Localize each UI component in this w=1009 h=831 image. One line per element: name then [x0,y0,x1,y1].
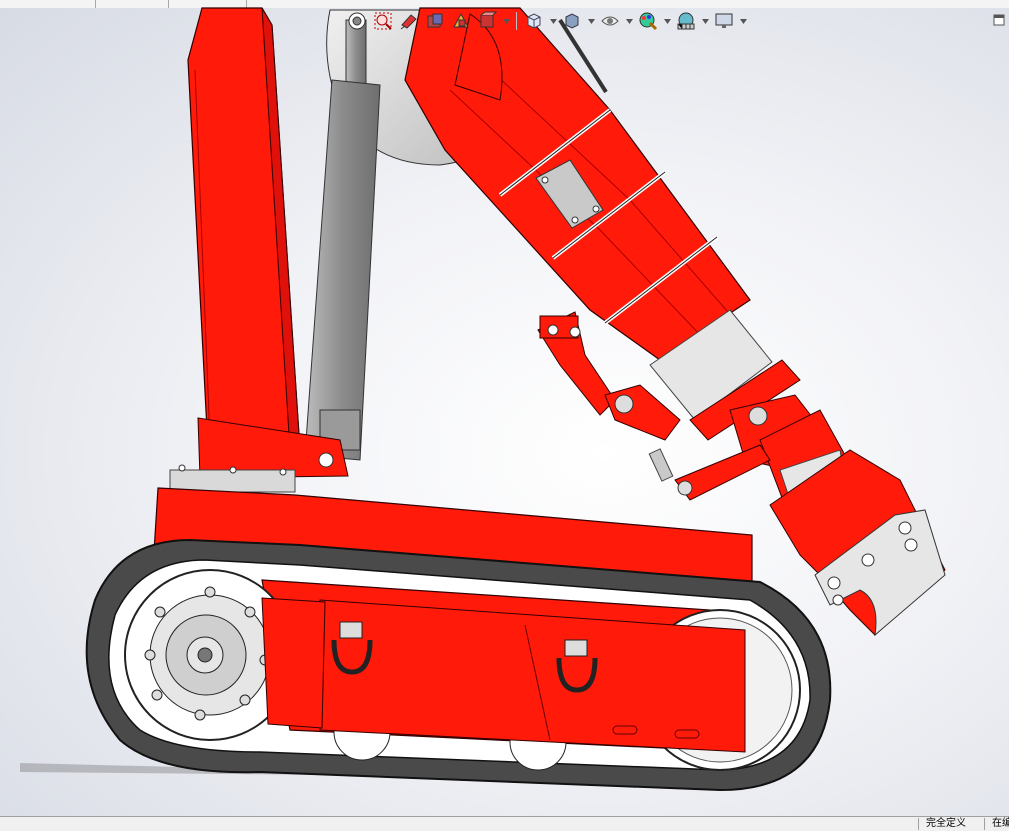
heads-up-view-toolbar [346,8,747,34]
chevron-down-icon [549,18,557,24]
maximize-viewport-icon[interactable] [993,14,1005,26]
view-orientation-cube-icon [527,13,541,29]
zoom-to-fit-button[interactable] [346,10,368,32]
chevron-down-icon [625,18,633,24]
chevron-down-icon [502,18,510,24]
toolbar-separator [516,12,517,30]
3d-view-button[interactable] [476,10,498,32]
chevron-down-icon [587,18,595,24]
apply-scene-icon [677,12,695,30]
zoom-to-area-icon [374,12,392,30]
annotation-view-icon [453,12,469,28]
zoom-to-area-button[interactable] [372,10,394,32]
display-style-dropdown[interactable] [587,10,595,32]
chevron-down-icon [663,18,671,24]
apply-scene-dropdown[interactable] [701,10,709,32]
hide-show-dropdown[interactable] [625,10,633,32]
definition-status: 完全定义 [926,818,966,829]
3d-view-dropdown[interactable] [502,10,510,32]
monitor-icon [715,13,733,28]
hide-show-eye-icon [601,16,619,26]
display-style-button[interactable] [561,10,583,32]
zoom-to-fit-icon [348,12,366,30]
chevron-down-icon [739,18,747,24]
edit-appearance-icon [639,12,658,31]
edit-appearance-button[interactable] [637,10,659,32]
apply-scene-button[interactable] [675,10,697,32]
dynamic-annotation-button[interactable] [450,10,472,32]
previous-view-icon [400,14,417,30]
view-settings-button[interactable] [713,10,735,32]
view-orientation-button[interactable] [523,10,545,32]
editing-status: 在编 [992,818,1009,829]
display-style-icon [565,13,579,29]
status-bar: 完全定义 在编 [0,816,1009,831]
sprocket-cover [261,597,326,729]
hydraulic-cylinder [304,19,381,461]
section-view-button[interactable] [424,10,446,32]
previous-view-button[interactable] [398,10,420,32]
chevron-down-icon [701,18,709,24]
hide-show-items-button[interactable] [599,10,621,32]
upper-boom [404,7,751,361]
view-settings-dropdown[interactable] [739,10,747,32]
crawler-manipulator-model[interactable] [0,0,1009,816]
lower-boom [187,7,301,451]
3d-view-icon [480,11,497,28]
edit-appearance-dropdown[interactable] [663,10,671,32]
status-bar-separator [984,818,985,830]
view-orientation-dropdown[interactable] [549,10,557,32]
status-bar-separator [918,818,919,830]
section-view-icon [427,13,443,28]
